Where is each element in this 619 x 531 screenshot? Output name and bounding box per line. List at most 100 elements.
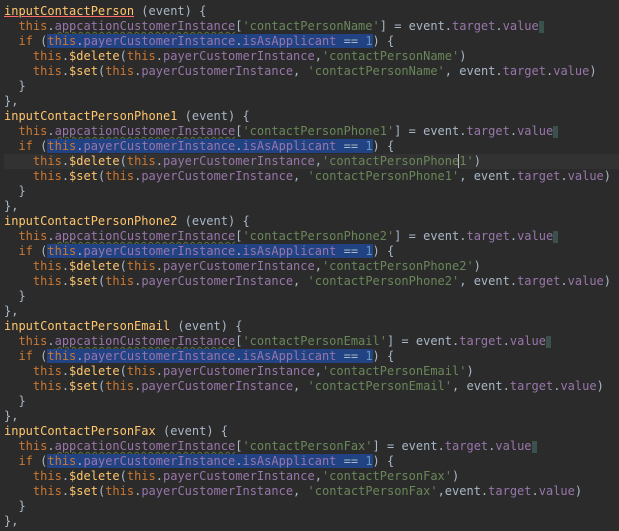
delete-call: $delete: [69, 364, 120, 378]
set-key: 'contactPersonFax': [308, 484, 438, 498]
delete-call: $delete: [69, 154, 120, 168]
isas-prop: isAsApplicant: [242, 139, 336, 153]
method-name: inputContactPersonPhone2: [4, 214, 177, 228]
del-key: 'contactPersonPhone1': [322, 154, 474, 168]
text-caret: [458, 154, 459, 168]
payer-prop: payerCustomerInstance: [84, 34, 236, 48]
highlight-range: this.payerCustomerInstance.isAsApplicant…: [47, 139, 372, 153]
app-key: 'contactPersonPhone2': [242, 229, 394, 243]
param-name: event: [170, 424, 206, 438]
delete-call: $delete: [69, 49, 120, 63]
code-line[interactable]: this.$delete(this.payerCustomerInstance,…: [4, 469, 619, 484]
code-line[interactable]: this.appcationCustomerInstance['contactP…: [4, 229, 619, 244]
code-line[interactable]: this.appcationCustomerInstance['contactP…: [4, 334, 619, 349]
set-key: 'contactPersonPhone1': [308, 169, 460, 183]
isas-prop: isAsApplicant: [242, 244, 336, 258]
trailing-space: [532, 441, 537, 453]
code-line[interactable]: inputContactPerson (event) {: [4, 4, 619, 19]
highlight-range: this.payerCustomerInstance.isAsApplicant…: [47, 244, 372, 258]
set-call: $set: [69, 64, 98, 78]
literal-one: 1: [365, 34, 372, 48]
payer-prop: payerCustomerInstance: [84, 244, 236, 258]
code-line[interactable]: this.$set(this.payerCustomerInstance, 'c…: [4, 169, 619, 184]
set-call: $set: [69, 274, 98, 288]
method-name: inputContactPersonPhone1: [4, 109, 177, 123]
app-key: 'contactPersonPhone1': [242, 124, 394, 138]
highlight-range: this.payerCustomerInstance.isAsApplicant…: [47, 349, 372, 363]
code-line[interactable]: if (this.payerCustomerInstance.isAsAppli…: [4, 349, 619, 364]
code-line[interactable]: inputContactPersonFax (event) {: [4, 424, 619, 439]
code-line[interactable]: }: [4, 184, 619, 199]
set-call: $set: [69, 379, 98, 393]
set-call: $set: [69, 169, 98, 183]
highlight-range: this.payerCustomerInstance.isAsApplicant…: [47, 454, 372, 468]
code-line[interactable]: }: [4, 289, 619, 304]
method-name: inputContactPersonEmail: [4, 319, 170, 333]
code-line[interactable]: this.$set(this.payerCustomerInstance, 'c…: [4, 274, 619, 289]
code-line[interactable]: }: [4, 499, 619, 514]
param-name: event: [192, 214, 228, 228]
code-line[interactable]: if (this.payerCustomerInstance.isAsAppli…: [4, 244, 619, 259]
literal-one: 1: [365, 244, 372, 258]
code-line[interactable]: this.appcationCustomerInstance['contactP…: [4, 124, 619, 139]
literal-one: 1: [365, 349, 372, 363]
trailing-space: [553, 126, 558, 138]
code-line[interactable]: },: [4, 304, 619, 319]
param-name: event: [149, 4, 185, 18]
code-line[interactable]: this.$set(this.payerCustomerInstance, 'c…: [4, 64, 619, 79]
literal-one: 1: [365, 454, 372, 468]
code-line[interactable]: this.$set(this.payerCustomerInstance, 'c…: [4, 379, 619, 394]
trailing-space: [546, 336, 551, 348]
code-line[interactable]: },: [4, 94, 619, 109]
delete-call: $delete: [69, 259, 120, 273]
code-line[interactable]: },: [4, 199, 619, 214]
appcation-prop: appcationCustomerInstance: [55, 124, 236, 138]
code-line[interactable]: this.appcationCustomerInstance['contactP…: [4, 19, 619, 34]
set-key: 'contactPersonEmail': [308, 379, 453, 393]
trailing-space: [553, 231, 558, 243]
isas-prop: isAsApplicant: [242, 34, 336, 48]
code-line[interactable]: this.$delete(this.payerCustomerInstance,…: [4, 259, 619, 274]
del-key: 'contactPersonFax': [322, 469, 452, 483]
appcation-prop: appcationCustomerInstance: [55, 334, 236, 348]
set-call: $set: [69, 484, 98, 498]
del-key: 'contactPersonPhone2': [322, 259, 474, 273]
code-line[interactable]: if (this.payerCustomerInstance.isAsAppli…: [4, 139, 619, 154]
literal-one: 1: [365, 139, 372, 153]
param-name: event: [185, 319, 221, 333]
del-key: 'contactPersonEmail': [322, 364, 467, 378]
method-name: inputContactPerson: [4, 4, 134, 18]
set-key: 'contactPersonName': [308, 64, 445, 78]
trailing-space: [539, 21, 544, 33]
appcation-prop: appcationCustomerInstance: [55, 439, 236, 453]
method-name: inputContactPersonFax: [4, 424, 156, 438]
code-line[interactable]: this.$delete(this.payerCustomerInstance,…: [4, 154, 619, 169]
app-key: 'contactPersonFax': [242, 439, 372, 453]
code-line[interactable]: this.appcationCustomerInstance['contactP…: [4, 439, 619, 454]
app-key: 'contactPersonEmail': [242, 334, 387, 348]
code-line[interactable]: }: [4, 394, 619, 409]
del-key: 'contactPersonName': [322, 49, 459, 63]
code-line[interactable]: },: [4, 409, 619, 424]
isas-prop: isAsApplicant: [242, 349, 336, 363]
code-line[interactable]: inputContactPersonPhone1 (event) {: [4, 109, 619, 124]
code-line[interactable]: this.$delete(this.payerCustomerInstance,…: [4, 364, 619, 379]
code-line[interactable]: inputContactPersonPhone2 (event) {: [4, 214, 619, 229]
code-line[interactable]: if (this.payerCustomerInstance.isAsAppli…: [4, 34, 619, 49]
code-line[interactable]: }: [4, 79, 619, 94]
code-line[interactable]: this.$delete(this.payerCustomerInstance,…: [4, 49, 619, 64]
code-line[interactable]: },: [4, 514, 619, 529]
delete-call: $delete: [69, 469, 120, 483]
param-name: event: [192, 109, 228, 123]
appcation-prop: appcationCustomerInstance: [55, 229, 236, 243]
highlight-range: this.payerCustomerInstance.isAsApplicant…: [47, 34, 372, 48]
code-line[interactable]: this.$set(this.payerCustomerInstance, 'c…: [4, 484, 619, 499]
code-line[interactable]: inputContactPersonEmail (event) {: [4, 319, 619, 334]
appcation-prop: appcationCustomerInstance: [55, 19, 236, 33]
code-line[interactable]: if (this.payerCustomerInstance.isAsAppli…: [4, 454, 619, 469]
code-editor[interactable]: inputContactPerson (event) { this.appcat…: [0, 0, 619, 529]
isas-prop: isAsApplicant: [242, 454, 336, 468]
payer-prop: payerCustomerInstance: [84, 454, 236, 468]
app-key: 'contactPersonName': [242, 19, 379, 33]
payer-prop: payerCustomerInstance: [84, 139, 236, 153]
